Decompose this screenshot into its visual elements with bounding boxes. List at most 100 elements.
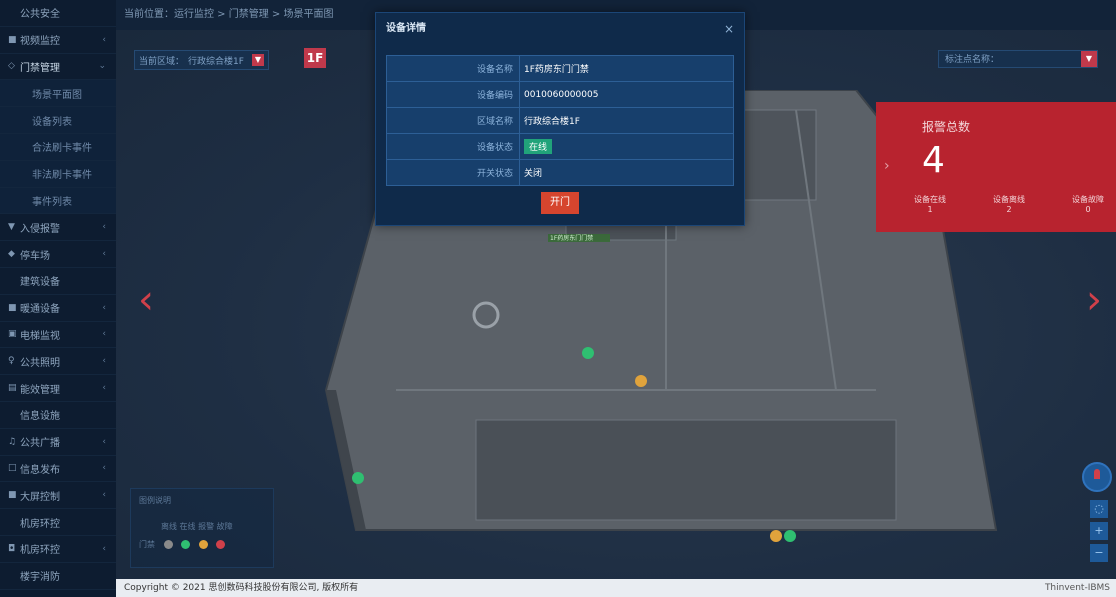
door-marker-alarm[interactable]	[635, 375, 647, 387]
sidebar-item[interactable]: 设备列表	[0, 107, 116, 134]
table-row: 开关状态 关闭	[386, 159, 734, 186]
sidebar-item[interactable]: 信息设施	[0, 402, 116, 429]
device-detail-table: 设备名称 1F药房东门门禁 设备编码 0010060000005 区域名称 行政综合楼…	[386, 55, 734, 186]
close-icon[interactable]: ×	[724, 13, 734, 45]
compass-icon[interactable]	[1082, 462, 1112, 492]
fault-dot-icon	[216, 540, 226, 549]
sidebar-item-label: 电梯监视	[20, 330, 60, 342]
sidebar-item-label: 非法刷卡事件	[32, 170, 92, 182]
chevron-right-icon[interactable]: ›	[884, 158, 890, 174]
sidebar-item-label: 机房环控	[20, 545, 60, 557]
sidebar-item[interactable]: 场景平面图	[0, 80, 116, 108]
zoom-out-icon[interactable]: −	[1090, 544, 1108, 562]
menu-icon: □	[8, 463, 17, 474]
sidebar-item[interactable]: 楼宇消防	[0, 563, 116, 590]
sidebar-item[interactable]: 建筑设备	[0, 268, 116, 295]
device-detail-modal: 设备详情 × 设备名称 1F药房东门门禁 设备编码 0010060000005 区域…	[375, 12, 745, 226]
sidebar-item[interactable]: ▣ 电梯监视 ‹	[0, 322, 116, 349]
open-door-button[interactable]: 开门	[541, 192, 579, 214]
sidebar-item-label: 大屏控制	[20, 491, 60, 503]
alarm-stats: 设备在线 1 设备离线 2 设备故障 0	[914, 194, 1104, 214]
sidebar-item[interactable]: ♫ 公共广播 ‹	[0, 429, 116, 456]
sidebar-item[interactable]: ◘ 机房环控 ‹	[0, 536, 116, 563]
menu-icon: ■	[8, 490, 17, 501]
sidebar-item[interactable]: ■ 大屏控制 ‹	[0, 482, 116, 510]
prev-arrow-icon[interactable]: ‹	[138, 280, 154, 320]
alarm-title: 报警总数	[922, 120, 971, 134]
sidebar-item-label: 暖通设备	[20, 304, 60, 316]
sidebar-item[interactable]: ■ 暖通设备 ‹	[0, 295, 116, 322]
sidebar-item-label: 场景平面图	[32, 89, 82, 101]
sidebar-item[interactable]: 事件列表	[0, 187, 116, 215]
sidebar-item-label: 公共照明	[20, 357, 60, 369]
chevron-icon: ‹	[102, 356, 106, 367]
sidebar-item[interactable]: 合法刷卡事件	[0, 133, 116, 161]
sidebar-item-label: 信息发布	[20, 464, 60, 476]
menu-icon: ◆	[8, 249, 15, 260]
sidebar-item[interactable]: 机房环控	[0, 509, 116, 536]
area-label: 当前区域：	[139, 56, 185, 67]
alarm-stat: 设备离线 2	[993, 195, 1025, 214]
sidebar-item-label: 楼宇消防	[20, 572, 60, 584]
sidebar-item[interactable]: ■ 视频监控 ‹	[0, 27, 116, 54]
chevron-icon: ‹	[102, 222, 106, 233]
menu-icon: ♀	[8, 356, 15, 367]
chevron-icon: ‹	[102, 302, 106, 313]
sidebar-item-label: 能效管理	[20, 384, 60, 396]
legend-row: 门禁	[139, 539, 226, 550]
chevron-icon: ‹	[102, 383, 106, 394]
menu-icon: ◇	[8, 61, 15, 72]
menu-icon: ▤	[8, 383, 17, 394]
next-arrow-icon[interactable]: ›	[1086, 280, 1102, 320]
brand-text: Thinvent-IBMS	[1044, 583, 1110, 593]
table-row: 设备状态 在线	[386, 133, 734, 160]
sidebar-item[interactable]: 公共安全	[0, 0, 116, 27]
legend-title: 图例说明	[139, 496, 171, 505]
table-row: 设备编码 0010060000005	[386, 81, 734, 108]
sidebar-item[interactable]: ▤ 能效管理 ‹	[0, 375, 116, 402]
legend-header: 离线 在线 报警 故障	[161, 522, 233, 531]
status-badge: 在线	[524, 139, 553, 154]
sidebar-item[interactable]: 非法刷卡事件	[0, 160, 116, 188]
area-selector[interactable]: 当前区域： 行政综合楼1F ▼	[134, 50, 269, 70]
door-marker-online[interactable]	[784, 530, 796, 542]
alarm-stat: 设备故障 0	[1072, 195, 1104, 214]
marker-search-select[interactable]: 标注点名称： ▼	[938, 50, 1098, 68]
sidebar: 公共安全 ■ 视频监控 ‹ ◇ 门禁管理 ⌄ 场景平面图 设备列表 合法刷卡事件 非法刷卡事件 事件列…	[0, 0, 117, 597]
sidebar-item[interactable]: ◇ 门禁管理 ⌄	[0, 54, 116, 81]
sidebar-item-label: 机房环控	[20, 518, 60, 530]
sidebar-item-label: 门禁管理	[20, 62, 60, 74]
sidebar-item[interactable]: ♀ 公共照明 ‹	[0, 348, 116, 376]
floor-badge[interactable]: 1F	[304, 48, 326, 68]
chevron-icon: ‹	[102, 436, 106, 447]
sidebar-item-label: 信息设施	[20, 411, 60, 423]
chevron-icon: ‹	[102, 490, 106, 501]
menu-icon: ▣	[8, 329, 17, 340]
footer: Copyright © 2021 思创数码科技股份有限公司, 版权所有 Thin…	[116, 579, 1116, 597]
copyright-text: Copyright © 2021 思创数码科技股份有限公司, 版权所有	[124, 583, 359, 593]
chevron-down-icon[interactable]: ▼	[1081, 51, 1097, 67]
table-row: 设备名称 1F药房东门门禁	[386, 55, 734, 82]
door-marker-online[interactable]	[582, 347, 594, 359]
reset-view-icon[interactable]: ◌	[1090, 500, 1108, 518]
door-label: 1F药房东门门禁	[550, 234, 593, 242]
marker-placeholder: 标注点名称：	[945, 55, 1000, 65]
sidebar-item-label: 入侵报警	[20, 223, 60, 235]
map-legend: 图例说明 离线 在线 报警 故障 门禁	[130, 488, 274, 568]
sidebar-item-label: 设备列表	[32, 116, 72, 128]
sidebar-item[interactable]: □ 信息发布 ‹	[0, 456, 116, 483]
sidebar-item-label: 合法刷卡事件	[32, 143, 92, 155]
chevron-down-icon[interactable]: ▼	[251, 54, 264, 66]
online-dot-icon	[181, 540, 191, 549]
menu-icon: ■	[8, 302, 17, 313]
door-marker-online[interactable]	[352, 472, 364, 484]
menu-icon: ■	[8, 34, 17, 45]
sidebar-item[interactable]: ◆ 停车场 ‹	[0, 241, 116, 268]
chevron-icon: ‹	[102, 463, 106, 474]
alarm-summary-panel: › 报警总数 4 设备在线 1 设备离线 2 设备故障 0	[876, 102, 1116, 232]
zoom-in-icon[interactable]: +	[1090, 522, 1108, 540]
sidebar-item-label: 视频监控	[20, 36, 60, 48]
door-marker-alarm[interactable]	[770, 530, 782, 542]
sidebar-item[interactable]: ▼ 入侵报警 ‹	[0, 214, 116, 242]
offline-dot-icon	[163, 540, 173, 549]
